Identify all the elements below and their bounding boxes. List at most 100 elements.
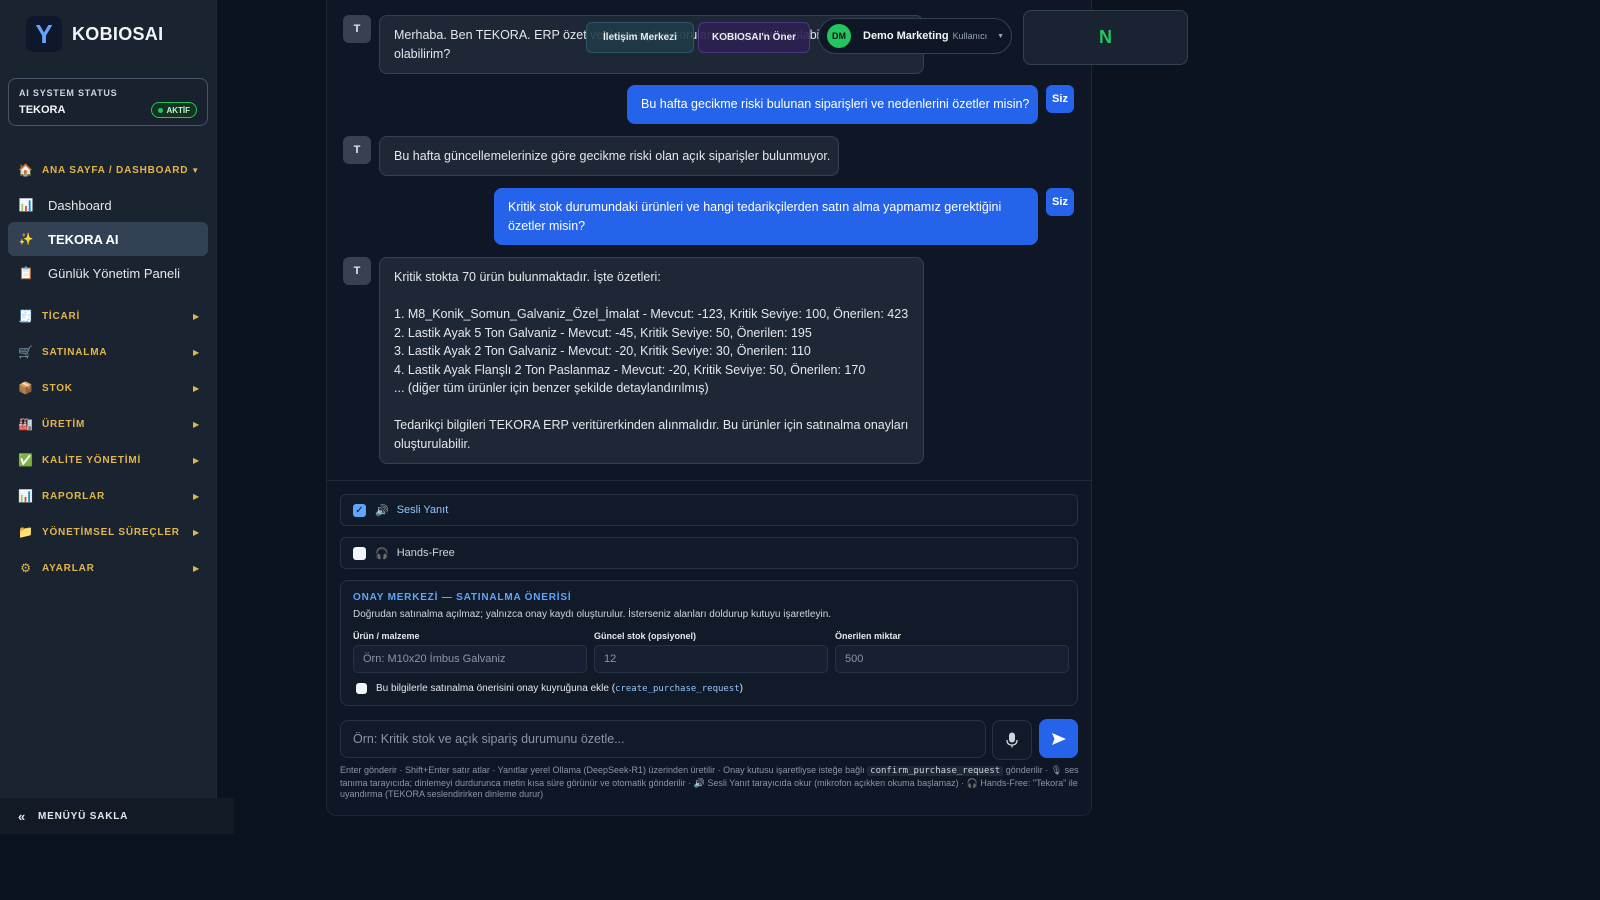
current-stock-input[interactable]: 12 [594, 645, 828, 673]
message-line: Tedarikçi bilgileri TEKORA ERP veritürer… [394, 418, 909, 432]
ai-status-card: AI SYSTEM STATUS TEKORA AKTİF [8, 78, 208, 126]
send-button[interactable] [1039, 719, 1078, 758]
composer-hint: Enter gönderir · Shift+Enter satır atlar… [340, 765, 1080, 801]
check-icon: ✅ [18, 453, 34, 467]
chat-prompt-input[interactable]: Örn: Kritik stok ve açık sipariş durumun… [340, 720, 986, 758]
status-name: TEKORA [19, 104, 66, 116]
mic-button[interactable] [992, 720, 1032, 760]
approval-description: Doğrudan satınalma açılmaz; yalnızca ona… [353, 609, 832, 620]
voice-reply-checkbox[interactable]: ✓ [353, 503, 366, 517]
approval-check-code: create_purchase_request [615, 683, 740, 694]
collapse-menu-button[interactable]: « MENÜYÜ SAKLA [0, 798, 234, 834]
folder-icon: 📁 [18, 525, 34, 539]
bot-avatar: T [343, 136, 371, 164]
brand[interactable]: Y KOBIOSAI [26, 16, 163, 52]
hint-part-1: Enter gönderir · Shift+Enter satır atlar… [340, 765, 865, 775]
chevron-right-icon: ▶ [193, 383, 200, 393]
nav-section-label: ÜRETİM [42, 418, 86, 430]
brand-logo: Y [26, 16, 62, 52]
chevron-right-icon: ▶ [193, 419, 200, 429]
nav-section-label: SATINALMA [42, 346, 108, 358]
mic-icon [1006, 732, 1018, 748]
nav-section-label: RAPORLAR [42, 490, 106, 502]
chevron-right-icon: ▶ [193, 491, 200, 501]
nav-section-raporlar[interactable]: 📊 RAPORLAR ▶ [0, 478, 216, 514]
hint-code: confirm_purchase_request [867, 766, 1004, 776]
chevron-right-icon: ▶ [193, 563, 200, 573]
sidebar-item-tekora-ai[interactable]: ✨ TEKORA AI [8, 222, 208, 256]
product-input[interactable]: Örn: M10x20 İmbus Galvaniz [353, 645, 587, 673]
message-line: oluşturulabilir. [394, 436, 471, 451]
status-label: AI SYSTEM STATUS [19, 88, 118, 98]
sidebar-item-label: Dashboard [48, 197, 112, 213]
nav-section-label: STOK [42, 382, 73, 394]
bot-message: Bu hafta güncellemelerinize göre gecikme… [379, 136, 839, 176]
user-role: Kullanıcı [952, 31, 988, 41]
status-badge: AKTİF [151, 102, 197, 118]
message-line: 3. Lastik Ayak 2 Ton Galvaniz - Mevcut: … [394, 344, 811, 358]
nav-section-ayarlar[interactable]: ⚙ AYARLAR ▶ [0, 550, 216, 586]
message-line: Bu hafta gecikme riski bulunan siparişle… [641, 97, 1030, 111]
double-chevron-left-icon: « [18, 808, 27, 824]
user-message: Bu hafta gecikme riski bulunan siparişle… [627, 85, 1038, 124]
nav-section-stok[interactable]: 📦 STOK ▶ [0, 370, 216, 406]
kobiosai-suggest-button[interactable]: KOBIOSAI'n Öner [698, 22, 810, 53]
notification-widget[interactable]: N [1023, 10, 1188, 65]
voice-reply-toggle[interactable]: ✓ 🔊 Sesli Yanıt [340, 494, 1078, 526]
chevron-right-icon: ▶ [193, 527, 200, 537]
user-menu[interactable]: DM Demo Marketing Kullanıcı ▼ [818, 18, 1012, 54]
message-line: Bu hafta güncellemelerinize göre gecikme… [394, 149, 831, 163]
nav-section-satinalma[interactable]: 🛒 SATINALMA ▶ [0, 334, 216, 370]
collapse-menu-label: MENÜYÜ SAKLA [38, 810, 129, 822]
factory-icon: 🏭 [18, 417, 34, 431]
nav-section-uretim[interactable]: 🏭 ÜRETİM ▶ [0, 406, 216, 442]
hands-free-toggle[interactable]: 🎧 Hands-Free [340, 537, 1078, 569]
message-line: 2. Lastik Ayak 5 Ton Galvaniz - Mevcut: … [394, 325, 812, 340]
user-avatar: Siz [1046, 85, 1074, 113]
nav-section-yonetimsel[interactable]: 📁 YÖNETİMSEL SÜREÇLER ▶ [0, 514, 216, 550]
nav-section-home[interactable]: 🏠 ANA SAYFA / DASHBOARD ▼ [0, 152, 216, 188]
nav-section-label: ANA SAYFA / DASHBOARD [42, 164, 189, 176]
message-line: Kritik stok durumundaki ürünleri ve hang… [508, 200, 1002, 214]
message-line: özetler misin? [508, 218, 586, 233]
avatar: DM [827, 24, 851, 48]
communication-center-button[interactable]: İletişim Merkezi [586, 22, 694, 53]
approval-title: ONAY MERKEZİ — SATINALMA ÖNERİSİ [353, 592, 572, 603]
gear-icon: ⚙ [20, 561, 32, 575]
sidebar-item-dashboard[interactable]: 📊 Dashboard [8, 188, 208, 222]
sidebar-item-label: Günlük Yönetim Paneli [48, 265, 181, 281]
chevron-right-icon: ▶ [193, 311, 200, 321]
message-line: Kritik stokta 70 ürün bulunmaktadır. İşt… [394, 270, 661, 284]
suggested-qty-input[interactable]: 500 [835, 645, 1069, 673]
cart-icon: 🛒 [18, 345, 34, 359]
nav-section-label: KALİTE YÖNETİMİ [42, 454, 142, 466]
message-line: 4. Lastik Ayak Flanşlı 2 Ton Paslanmaz -… [394, 362, 866, 377]
home-icon: 🏠 [18, 163, 34, 177]
nav-section-kalite[interactable]: ✅ KALİTE YÖNETİMİ ▶ [0, 442, 216, 478]
chevron-down-icon: ▼ [997, 32, 1005, 40]
chevron-right-icon: ▶ [193, 455, 200, 465]
nav-section-label: YÖNETİMSEL SÜREÇLER [42, 526, 180, 538]
hands-free-label: Hands-Free [396, 547, 455, 559]
box-icon: 📦 [18, 381, 34, 395]
sidebar-item-daily-panel[interactable]: 📋 Günlük Yönetim Paneli [8, 256, 208, 290]
message-line: ... (diğer tüm ürünler için benzer şekil… [394, 381, 709, 395]
send-icon [1051, 732, 1066, 745]
user-name: Demo Marketing [863, 30, 949, 42]
sidebar-nav: 🏠 ANA SAYFA / DASHBOARD ▼ 📊 Dashboard ✨ … [0, 152, 216, 586]
clipboard-icon: 📋 [18, 266, 34, 280]
nav-section-ticari[interactable]: 🧾 TİCARİ ▶ [0, 298, 216, 334]
approval-center-card: ONAY MERKEZİ — SATINALMA ÖNERİSİ Doğruda… [340, 580, 1078, 706]
headphones-icon: 🎧 [375, 547, 389, 560]
product-field-label: Ürün / malzeme [353, 631, 420, 641]
register-icon: 🧾 [18, 309, 34, 323]
current-stock-field-label: Güncel stok (opsiyonel) [594, 631, 697, 641]
approval-check-text: Bu bilgilerle satınalma önerisini onay k… [376, 683, 616, 694]
user-message: Kritik stok durumundaki ürünleri ve hang… [494, 188, 1038, 245]
approval-queue-checkbox[interactable] [356, 683, 367, 694]
approval-queue-check[interactable]: Bu bilgilerle satınalma önerisini onay k… [356, 683, 743, 694]
chart-icon: 📊 [18, 489, 34, 503]
hands-free-checkbox[interactable] [353, 546, 366, 560]
message-line [394, 398, 909, 417]
brand-name: KOBIOSAI [72, 23, 164, 44]
